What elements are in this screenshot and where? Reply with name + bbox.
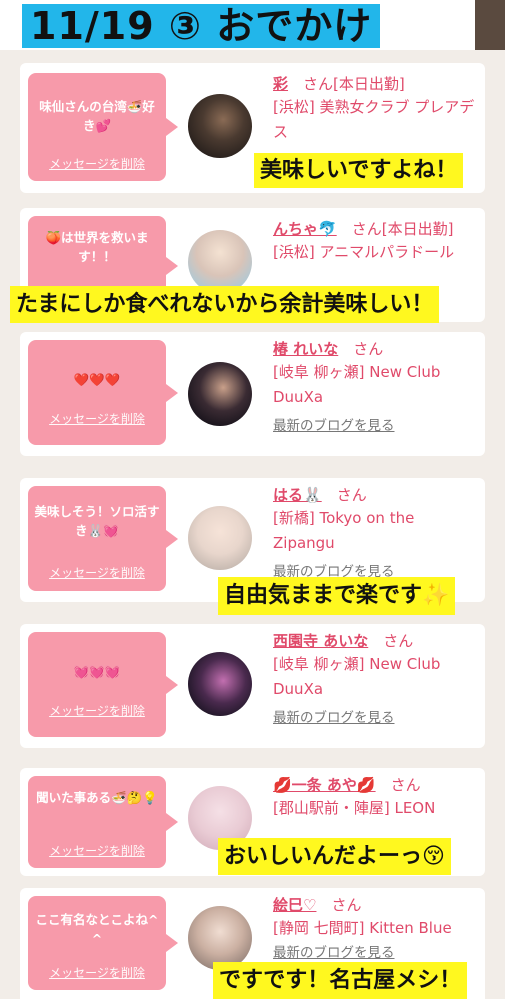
caption-5: ですです！名古屋メシ！ <box>213 962 468 999</box>
shop-name: [新橋] Tokyo on the Zipangu <box>273 509 415 552</box>
message-text: 🍑は世界を救います！！ <box>45 230 149 264</box>
page-title: 11/19 ③ おでかけ <box>22 4 381 48</box>
message-bubble: 💓💓💓 メッセージを削除 <box>28 632 178 737</box>
message-bubble: 聞いた事ある🍜🤔💡 メッセージを削除 <box>28 776 178 868</box>
message-text: 味仙さんの台湾🍜好き💕 <box>39 99 155 133</box>
header-bar: 11/19 ③ おでかけ <box>0 0 505 50</box>
avatar[interactable] <box>188 94 252 158</box>
message-text: ここ有名なとこよね^ ^ <box>35 912 159 946</box>
shop-name: [浜松] 美熟女クラブ プレアデス <box>273 98 475 141</box>
honorific: さん <box>353 340 384 358</box>
honorific: さん <box>336 486 367 504</box>
status-badge: [本日出勤] <box>381 220 454 238</box>
status-badge: [本日出勤] <box>333 75 405 93</box>
latest-blog-link[interactable]: 最新のブログを見る <box>273 416 477 436</box>
message-text: ❤️❤️❤️ <box>73 372 121 387</box>
caption-2: たまにしか食べれないから余計美味しい！ <box>10 286 440 323</box>
message-bubble: ❤️❤️❤️ メッセージを削除 <box>28 340 178 445</box>
profile-name-link[interactable]: んちゃ🐬 <box>273 220 337 238</box>
message-text: 聞いた事ある🍜🤔💡 <box>36 790 158 805</box>
avatar[interactable] <box>188 230 252 294</box>
profile-name-link[interactable]: 西園寺 あいな <box>273 632 368 650</box>
header-edge <box>475 0 505 50</box>
message-bubble: 味仙さんの台湾🍜好き💕 メッセージを削除 <box>28 73 178 181</box>
caption-3: 自由気ままで楽です✨ <box>218 577 456 615</box>
avatar[interactable] <box>188 652 252 716</box>
delete-message-link[interactable]: メッセージを削除 <box>28 410 166 427</box>
caption-4: おいしいんだよーっ😚 <box>218 838 451 875</box>
message-bubble: 美味しそう！ソロ活すき🐰💓 メッセージを削除 <box>28 486 178 591</box>
honorific: さん <box>383 632 414 650</box>
profile-name-link[interactable]: 椿 れいな <box>273 340 338 358</box>
shop-name: [静岡 七間町] Kitten Blue <box>273 919 452 937</box>
message-bubble: ここ有名なとこよね^ ^ メッセージを削除 <box>28 896 178 990</box>
shop-name: [岐阜 柳ヶ瀬] New Club DuuXa <box>273 363 441 406</box>
message-card-3: ❤️❤️❤️ メッセージを削除 椿 れいな さん [岐阜 柳ヶ瀬] New Cl… <box>20 332 485 456</box>
shop-name: [郡山駅前・陣屋] LEON <box>273 799 436 817</box>
delete-message-link[interactable]: メッセージを削除 <box>28 702 166 719</box>
delete-message-link[interactable]: メッセージを削除 <box>28 842 166 859</box>
message-text: 💓💓💓 <box>73 664 121 679</box>
honorific: さん <box>331 896 362 914</box>
delete-message-link[interactable]: メッセージを削除 <box>28 964 166 981</box>
avatar[interactable] <box>188 506 252 570</box>
profile-name-link[interactable]: はる🐰 <box>273 486 322 504</box>
shop-name: [浜松] アニマルパラドール <box>273 243 455 261</box>
message-text: 美味しそう！ソロ活すき🐰💓 <box>34 504 160 538</box>
latest-blog-link[interactable]: 最新のブログを見る <box>273 943 477 963</box>
delete-message-link[interactable]: メッセージを削除 <box>28 155 166 172</box>
delete-message-link[interactable]: メッセージを削除 <box>28 564 166 581</box>
shop-name: [岐阜 柳ヶ瀬] New Club DuuXa <box>273 655 441 698</box>
latest-blog-link[interactable]: 最新のブログを見る <box>273 708 477 728</box>
profile-name-link[interactable]: 絵巳♡ <box>273 896 316 914</box>
profile-name-link[interactable]: 彩 <box>273 75 288 93</box>
avatar[interactable] <box>188 362 252 426</box>
message-card-5: 💓💓💓 メッセージを削除 西園寺 あいな さん [岐阜 柳ヶ瀬] New Clu… <box>20 624 485 748</box>
avatar[interactable] <box>188 906 252 970</box>
honorific: さん <box>303 75 334 93</box>
caption-1: 美味しいですよね！ <box>254 153 464 188</box>
honorific: さん <box>351 220 382 238</box>
profile-name-link[interactable]: 💋一条 あや💋 <box>273 776 376 794</box>
honorific: さん <box>390 776 421 794</box>
